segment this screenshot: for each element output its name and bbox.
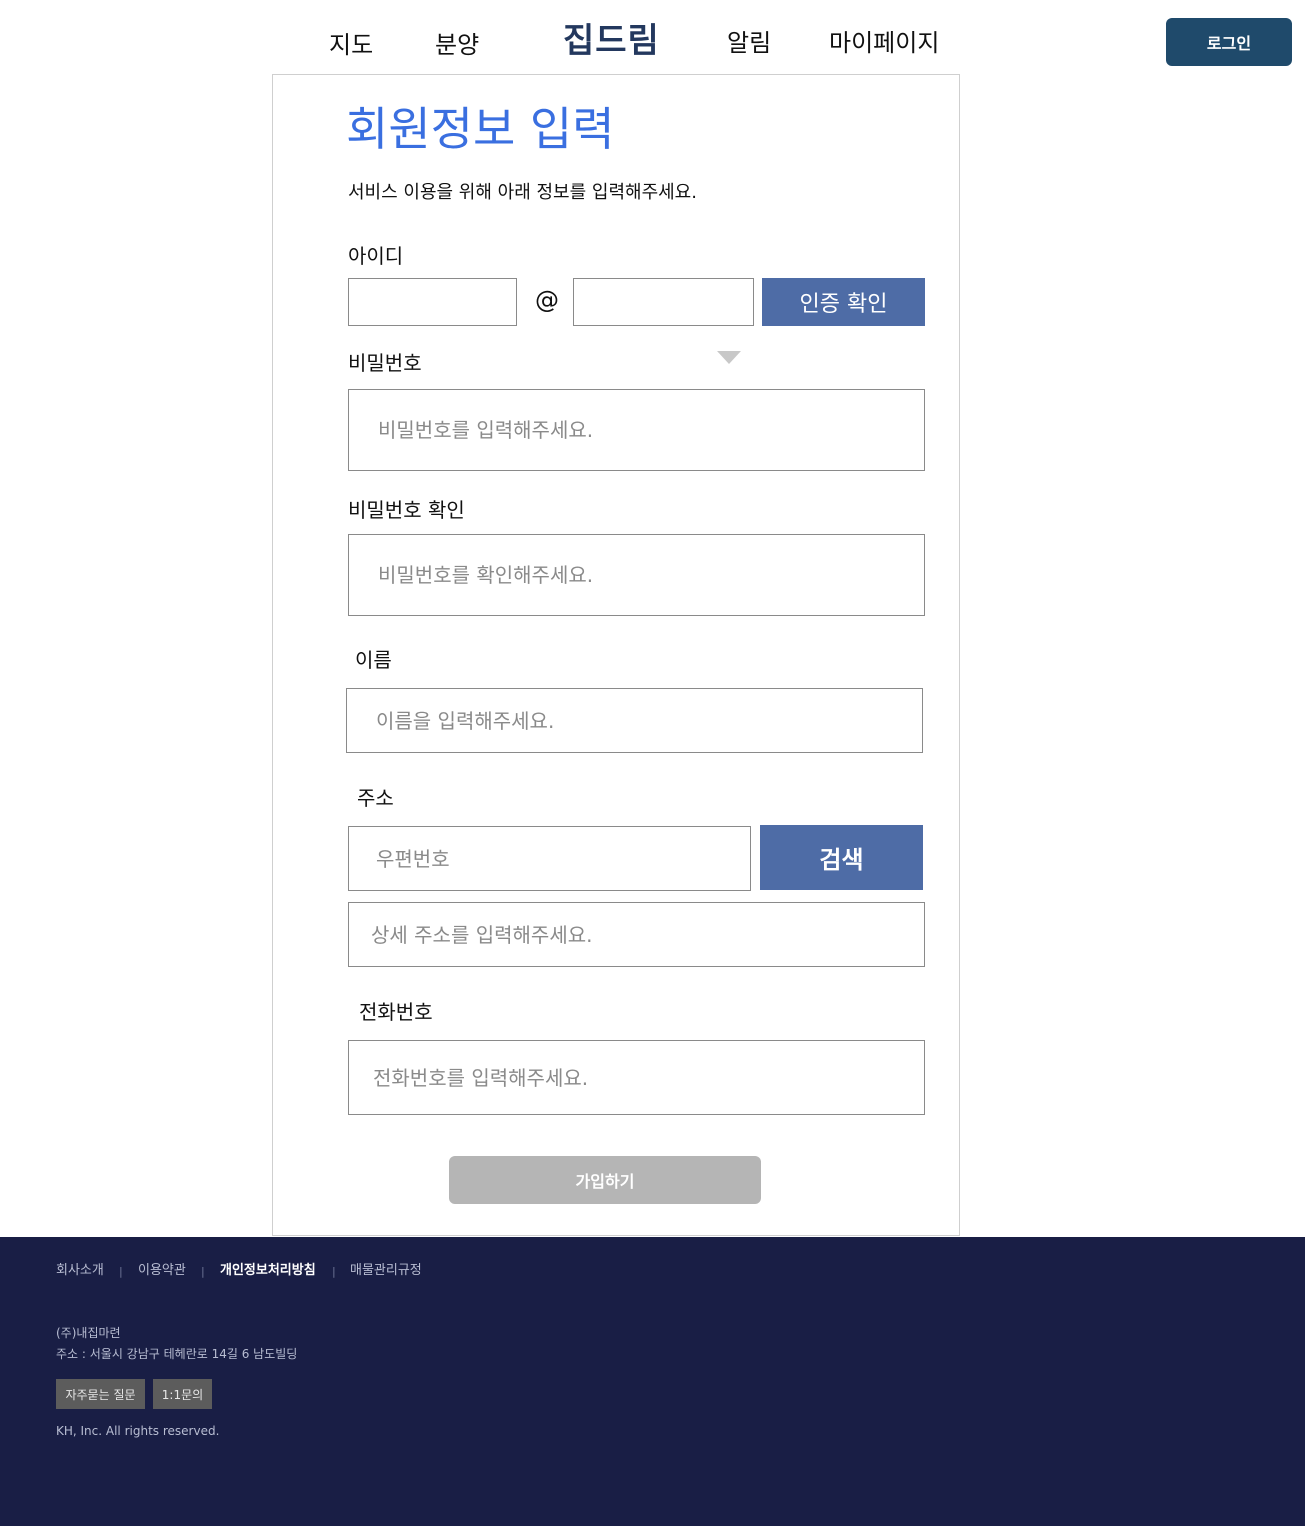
password-confirm-input[interactable] (348, 534, 925, 616)
page-subtitle: 서비스 이용을 위해 아래 정보를 입력해주세요. (348, 182, 697, 203)
address-label: 주소 (357, 786, 394, 810)
address-detail-input[interactable] (348, 902, 925, 967)
footer-separator: | (201, 1265, 205, 1278)
id-domain-input[interactable] (573, 278, 754, 326)
verify-button[interactable]: 인증 확인 (762, 278, 925, 326)
footer-copyright: KH, Inc. All rights reserved. (56, 1424, 220, 1438)
phone-input[interactable] (348, 1040, 925, 1115)
page-title: 회원정보 입력 (346, 102, 615, 156)
password-input[interactable] (348, 389, 925, 471)
zipcode-input[interactable] (348, 826, 751, 891)
nav-alarm[interactable]: 알림 (727, 31, 771, 55)
phone-label: 전화번호 (359, 1000, 433, 1024)
inquiry-button[interactable]: 1:1문의 (153, 1379, 212, 1409)
signup-submit-button[interactable]: 가입하기 (449, 1156, 761, 1204)
name-label: 이름 (355, 648, 392, 672)
footer-separator: | (119, 1265, 123, 1278)
dropdown-triangle-icon[interactable] (717, 351, 741, 364)
footer-link-privacy[interactable]: 개인정보처리방침 (220, 1264, 316, 1277)
brand-logo[interactable]: 집드림 (563, 24, 660, 58)
id-label: 아이디 (348, 244, 404, 268)
password-label: 비밀번호 (348, 351, 422, 375)
footer-link-terms[interactable]: 이용약관 (138, 1264, 186, 1277)
at-symbol: @ (535, 286, 559, 314)
login-button[interactable]: 로그인 (1166, 18, 1292, 66)
nav-mypage[interactable]: 마이페이지 (829, 31, 939, 55)
address-search-button[interactable]: 검색 (760, 825, 923, 890)
name-input[interactable] (346, 688, 923, 753)
nav-sale[interactable]: 분양 (435, 33, 479, 57)
footer-company: (주)내집마련 (56, 1326, 121, 1340)
footer-address: 주소 : 서울시 강남구 테헤란로 14길 6 남도빌딩 (56, 1347, 298, 1361)
faq-button[interactable]: 자주묻는 질문 (56, 1379, 145, 1409)
footer-separator: | (332, 1265, 336, 1278)
footer-link-listing-policy[interactable]: 매물관리규정 (350, 1264, 422, 1277)
id-local-input[interactable] (348, 278, 517, 326)
footer-link-about[interactable]: 회사소개 (56, 1264, 104, 1277)
password-confirm-label: 비밀번호 확인 (348, 498, 465, 522)
nav-map[interactable]: 지도 (329, 33, 373, 57)
